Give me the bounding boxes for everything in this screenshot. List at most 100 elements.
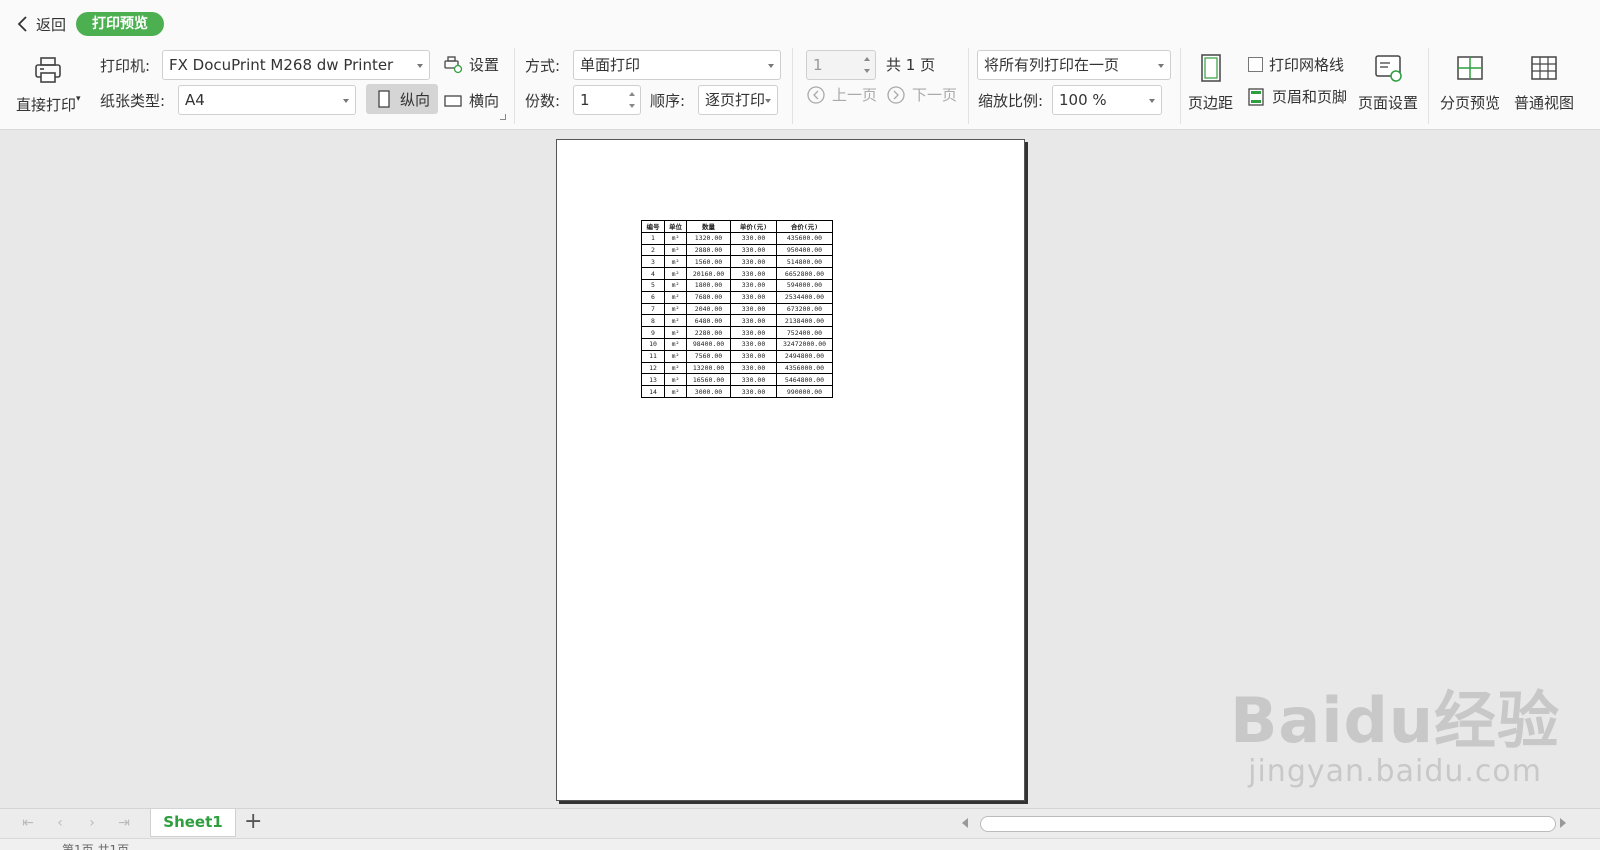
- printer-settings-button[interactable]: 设置: [443, 54, 499, 75]
- margins-button[interactable]: 页边距: [1188, 52, 1233, 113]
- table-cell: 98400.00: [686, 337, 731, 351]
- table-cell: 10: [641, 337, 665, 351]
- table-cell: 7: [641, 302, 665, 316]
- table-row: 14 m² 3000.00 330.00 990000.00: [641, 385, 833, 398]
- prev-sheet-icon[interactable]: ‹: [52, 815, 68, 831]
- print-gridlines-checkbox[interactable]: 打印网格线: [1248, 54, 1344, 75]
- back-button[interactable]: 返回: [16, 12, 66, 36]
- table-cell: m²: [664, 302, 687, 316]
- fit-to-page-select[interactable]: 将所有列打印在一页: [977, 50, 1171, 80]
- stepper-arrows-icon[interactable]: [628, 90, 636, 110]
- table-cell: 12: [641, 361, 665, 375]
- table-header-row: 编号 单位 数量 单价(元) 合价(元): [641, 220, 833, 233]
- portrait-page-icon: [378, 90, 390, 108]
- print-preview-badge: 打印预览: [76, 12, 164, 36]
- printer-value: FX DocuPrint M268 dw Printer: [169, 56, 394, 74]
- top-bar: 返回 打印预览: [0, 0, 1600, 48]
- page-number-input[interactable]: 1: [806, 50, 876, 80]
- table-cell: 2138400.00: [776, 314, 833, 328]
- direct-print-button[interactable]: 直接打印▾: [16, 54, 81, 115]
- table-cell: 4: [641, 267, 665, 280]
- preview-canvas[interactable]: 编号 单位 数量 单价(元) 合价(元) 1 m² 1320.00 330.00 435…: [0, 130, 1600, 808]
- portrait-button[interactable]: 纵向: [366, 84, 439, 114]
- chevron-down-icon: [768, 64, 774, 68]
- sheet-tab-sheet1[interactable]: Sheet1: [150, 809, 236, 837]
- copies-value: 1: [580, 91, 590, 109]
- print-mode-value: 单面打印: [580, 56, 641, 74]
- printer-select[interactable]: FX DocuPrint M268 dw Printer: [162, 50, 430, 80]
- scale-label: 缩放比例:: [978, 92, 1044, 110]
- horizontal-scrollbar[interactable]: [980, 816, 1556, 832]
- header-footer-button[interactable]: 页眉和页脚: [1246, 86, 1347, 107]
- next-page-label: 下一页: [912, 86, 958, 104]
- margins-icon: [1200, 54, 1221, 82]
- dropdown-caret-icon: ▾: [76, 94, 81, 104]
- table-cell: 1: [641, 231, 665, 245]
- last-sheet-icon[interactable]: ⇥: [116, 815, 132, 831]
- table-cell: 330.00: [730, 302, 777, 316]
- next-page-button[interactable]: 下一页: [886, 84, 957, 105]
- table-header-cell: 单位: [664, 220, 687, 233]
- landscape-button[interactable]: 横向: [443, 90, 499, 111]
- scroll-right-icon[interactable]: [1560, 818, 1566, 828]
- next-sheet-icon[interactable]: ›: [84, 815, 100, 831]
- table-header-cell: 编号: [641, 220, 665, 233]
- arrow-left-circle-icon: [807, 85, 825, 104]
- copies-stepper[interactable]: 1: [573, 85, 641, 115]
- fit-to-page-value: 将所有列打印在一页: [984, 56, 1120, 74]
- total-pages: 共 1 页: [886, 56, 936, 74]
- print-order-value: 逐页打印: [705, 91, 766, 109]
- table-cell: m²: [664, 243, 687, 257]
- normal-view-button[interactable]: 普通视图: [1514, 52, 1574, 113]
- table-cell: 330.00: [730, 385, 777, 398]
- print-order-select[interactable]: 逐页打印: [698, 85, 778, 115]
- table-cell: m²: [664, 278, 687, 292]
- table-cell: m²: [664, 231, 687, 245]
- prev-page-label: 上一页: [832, 86, 878, 104]
- table-cell: 2534400.00: [776, 290, 833, 304]
- prev-page-button[interactable]: 上一页: [806, 84, 877, 105]
- table-cell: 330.00: [730, 337, 777, 351]
- scale-value: 100 %: [1059, 91, 1107, 109]
- paper-type-select[interactable]: A4: [178, 85, 356, 115]
- page-break-preview-button[interactable]: 分页预览: [1440, 52, 1500, 113]
- add-sheet-button[interactable]: +: [244, 811, 262, 833]
- table-row: 9 m² 2280.00 330.00 752400.00: [641, 326, 833, 339]
- table-cell: 11: [641, 349, 665, 363]
- table-cell: 673200.00: [776, 302, 833, 316]
- print-gridlines-label: 打印网格线: [1269, 56, 1345, 74]
- page-setup-label: 页面设置: [1358, 94, 1419, 112]
- table-cell: 330.00: [730, 349, 777, 363]
- scale-select[interactable]: 100 %: [1052, 85, 1162, 115]
- table-cell: m²: [664, 267, 687, 280]
- scroll-left-icon[interactable]: [962, 818, 968, 828]
- expand-dialog-icon[interactable]: [500, 114, 506, 120]
- table-cell: m²: [664, 373, 687, 387]
- table-cell: 330.00: [730, 361, 777, 375]
- table-cell: 5464800.00: [776, 373, 833, 387]
- status-bar: 第1页 共1页: [0, 838, 1600, 850]
- table-cell: m²: [664, 255, 687, 269]
- copies-label: 份数:: [525, 92, 561, 110]
- printer-label: 打印机:: [100, 57, 151, 75]
- table-cell: 6652800.00: [776, 267, 833, 280]
- print-mode-select[interactable]: 单面打印: [573, 50, 781, 80]
- checkbox-icon[interactable]: [1248, 57, 1263, 72]
- settings-label: 设置: [469, 56, 500, 74]
- header-footer-label: 页眉和页脚: [1272, 88, 1348, 106]
- data-table: 编号 单位 数量 单价(元) 合价(元) 1 m² 1320.00 330.00 435…: [641, 220, 833, 398]
- normal-view-label: 普通视图: [1514, 94, 1575, 112]
- page-setup-button[interactable]: 页面设置: [1358, 52, 1418, 113]
- divider: [968, 48, 969, 124]
- direct-print-label: 直接打印: [16, 96, 77, 114]
- table-cell: 330.00: [730, 373, 777, 387]
- landscape-page-icon: [444, 94, 462, 107]
- first-sheet-icon[interactable]: ⇤: [20, 815, 36, 831]
- arrow-right-circle-icon: [887, 85, 905, 104]
- chevron-down-icon: [1158, 64, 1164, 68]
- table-row: 2 m² 2880.00 330.00 950400.00: [641, 243, 833, 257]
- grid-view-icon: [1531, 56, 1557, 80]
- page-break-preview-label: 分页预览: [1440, 94, 1501, 112]
- table-cell: m²: [664, 385, 687, 398]
- print-preview-ribbon: 直接打印▾ 打印机: FX DocuPrint M268 dw Printer …: [0, 48, 1600, 130]
